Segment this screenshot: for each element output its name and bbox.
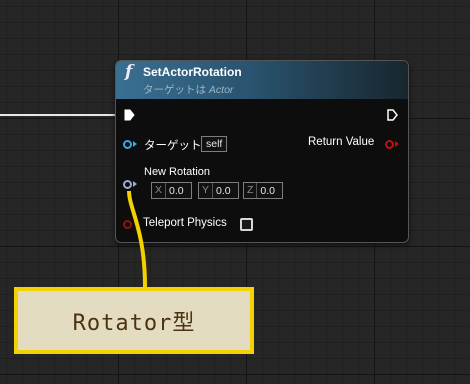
rotation-z-field[interactable]: Z 0.0 (243, 182, 283, 199)
target-self-field[interactable]: self (201, 136, 228, 152)
return-value-pin-icon[interactable] (385, 140, 394, 149)
exec-input-pin-icon[interactable] (124, 109, 135, 121)
new-rotation-label: New Rotation (144, 166, 211, 178)
rotation-y-value: 0.0 (216, 184, 231, 197)
rotation-z-value: 0.0 (260, 184, 276, 197)
new-rotation-pin-arrow-icon (133, 181, 137, 187)
node-header[interactable]: f SetActorRotation ターゲットは Actor (116, 61, 408, 99)
teleport-physics-checkbox[interactable] (240, 218, 253, 231)
exec-output-pin-icon[interactable] (387, 109, 398, 121)
node-subtitle: ターゲットは Actor (143, 82, 233, 97)
rotation-y-field[interactable]: Y 0.0 (198, 182, 239, 199)
node-title: SetActorRotation (143, 65, 242, 79)
target-pin-arrow-icon (133, 141, 137, 147)
callout-pointer-line (127, 190, 147, 288)
subtitle-target: Actor (208, 84, 234, 96)
rotation-x-value: 0.0 (169, 184, 184, 197)
target-pin-icon[interactable] (123, 140, 132, 149)
target-label: ターゲット (144, 140, 202, 152)
new-rotation-pin-icon[interactable] (123, 180, 132, 189)
subtitle-prefix: ターゲットは (143, 84, 206, 96)
function-icon: f (125, 62, 133, 82)
rotator-type-callout: Rotator型 (14, 287, 254, 354)
callout-text: Rotator型 (72, 310, 196, 336)
rotation-y-axis-label: Y (199, 183, 214, 198)
rotation-z-axis-label: Z (244, 183, 258, 198)
exec-input-wire (0, 114, 118, 116)
return-value-label: Return Value (308, 136, 375, 148)
return-value-pin-arrow-icon (395, 141, 399, 147)
